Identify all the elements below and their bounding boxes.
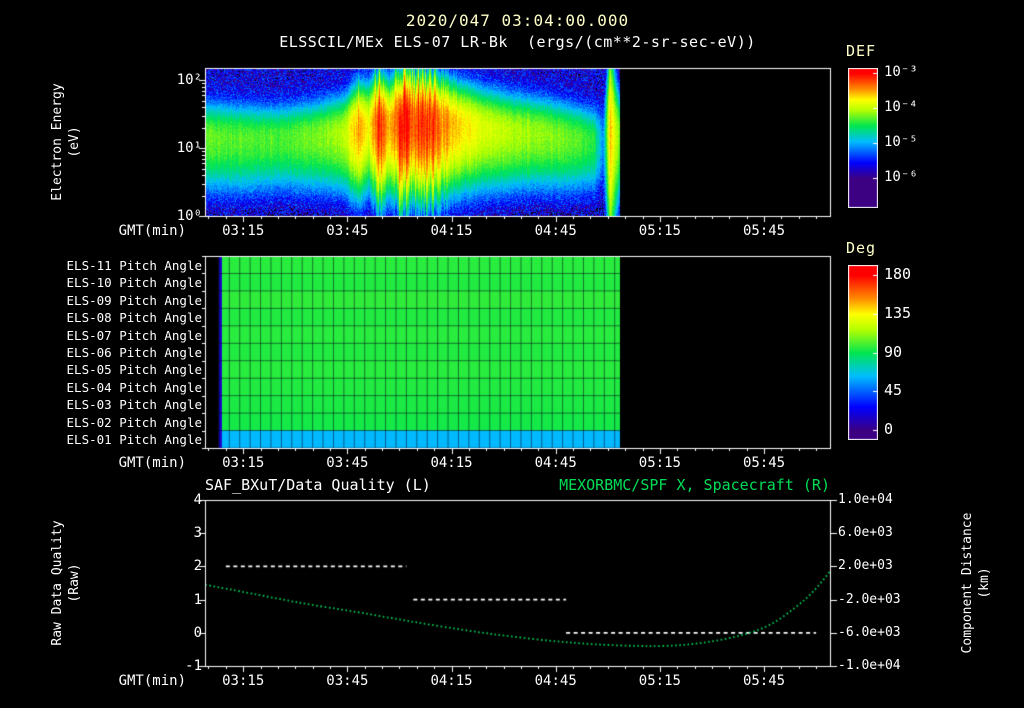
timeseries-right-y-tick-label: 1.0e+04 <box>838 492 893 507</box>
def-colorbar-tick-label: 10⁻⁶ <box>884 169 918 185</box>
def-colorbar-canvas <box>848 68 878 208</box>
spectrogram-y-axis-title-line1: Electron Energy <box>50 83 65 201</box>
deg-colorbar-tick-label: 135 <box>884 303 912 322</box>
timeseries-right-y-tick-label: 2.0e+03 <box>838 558 893 574</box>
timeseries-left-y-tick-label: 0 <box>193 624 202 641</box>
timeseries-right-y-tick-label: 6.0e+03 <box>838 525 893 541</box>
timeseries-left-y-tick-label: 1 <box>193 591 202 608</box>
x-tick-label: 04:15 <box>430 673 473 689</box>
electron-spectrogram-canvas <box>191 54 844 230</box>
def-colorbar-title: DEF <box>846 42 877 60</box>
timeseries-left-y-axis-title-line2: (Raw) <box>67 563 82 603</box>
x-tick-label: 04:45 <box>534 673 577 689</box>
timeseries-right-y-axis-title-line2: (km) <box>977 567 992 599</box>
timeseries-left-y-tick-label: 4 <box>193 492 202 508</box>
timeseries-right-y-tick-label: -2.0e+03 <box>838 591 901 607</box>
plot-timestamp-title: 2020/047 03:04:00.000 <box>405 11 630 30</box>
x-tick-label: 04:45 <box>534 223 577 239</box>
timeseries-left-y-axis-title-line1: Raw Data Quality <box>50 520 65 646</box>
pitch-row-label: ELS-01 Pitch Angle <box>66 432 202 448</box>
pitch-row-label: ELS-10 Pitch Angle <box>66 275 202 291</box>
science-plot-page: 2020/047 03:04:00.000 ELSSCIL/MEx ELS-07… <box>0 0 1024 708</box>
def-colorbar-tick-label: 10⁻³ <box>884 64 918 80</box>
pitch-row-label: ELS-06 Pitch Angle <box>66 345 202 360</box>
timeseries-left-y-tick-label: 3 <box>193 525 202 542</box>
x-tick-label: 03:15 <box>222 455 265 471</box>
x-tick-label: 05:45 <box>742 455 786 471</box>
x-tick-label: 03:15 <box>222 673 265 689</box>
deg-colorbar-tick-label: 45 <box>884 381 903 400</box>
pitch-row-label: ELS-04 Pitch Angle <box>66 379 202 395</box>
x-tick-label: 03:45 <box>326 673 369 689</box>
x-tick-label: 03:15 <box>222 223 265 239</box>
timeseries-left-y-axis-title: Raw Data Quality (Raw) <box>49 503 83 663</box>
x-tick-label: 03:45 <box>326 455 369 471</box>
x-tick-label: 04:15 <box>430 223 473 239</box>
x-tick-label: 05:45 <box>742 673 786 689</box>
x-axis-title: GMT(min) <box>118 223 186 239</box>
spectrogram-y-tick-label: 10¹ <box>176 140 202 157</box>
timeseries-left-y-tick-label: -1 <box>185 658 202 674</box>
x-tick-label: 05:45 <box>742 223 786 239</box>
pitch-row-label: ELS-07 Pitch Angle <box>66 327 202 343</box>
x-tick-label: 05:15 <box>638 673 681 689</box>
spectrogram-title: ELSSCIL/MEx ELS-07 LR-Bk (ergs/(cm**2-sr… <box>279 33 756 51</box>
pitch-row-label: ELS-09 Pitch Angle <box>66 292 202 308</box>
spectrogram-y-axis-title-line2: (eV) <box>67 126 82 158</box>
timeseries-right-y-tick-label: -1.0e+04 <box>838 658 901 673</box>
x-tick-label: 05:15 <box>638 455 681 471</box>
x-tick-label: 05:15 <box>638 223 681 239</box>
pitch-angle-canvas <box>191 242 844 462</box>
deg-colorbar-canvas <box>848 265 878 440</box>
timeseries-right-y-axis-title: Component Distance (km) <box>959 493 993 673</box>
spectrogram-y-tick-label: 10² <box>176 72 202 89</box>
x-axis-title: GMT(min) <box>118 673 186 689</box>
x-tick-label: 04:45 <box>534 455 577 471</box>
def-colorbar-tick-label: 10⁻⁵ <box>884 134 918 150</box>
deg-colorbar-tick-label: 180 <box>884 265 912 283</box>
pitch-row-label: ELS-05 Pitch Angle <box>66 362 202 378</box>
timeseries-right-y-tick-label: -6.0e+03 <box>838 624 901 640</box>
pitch-row-label: ELS-03 Pitch Angle <box>66 397 202 413</box>
deg-colorbar-title: Deg <box>846 239 877 257</box>
deg-colorbar-tick-label: 90 <box>884 342 903 361</box>
deg-colorbar-tick-label: 0 <box>884 420 894 438</box>
pitch-row-label: ELS-02 Pitch Angle <box>66 414 202 430</box>
spectrogram-y-axis-title: Electron Energy (eV) <box>49 62 83 222</box>
pitch-row-label: ELS-11 Pitch Angle <box>66 257 202 273</box>
spectrogram-y-tick-label: 10⁰ <box>176 208 202 224</box>
timeseries-left-y-tick-label: 2 <box>193 558 202 575</box>
x-axis-title: GMT(min) <box>118 455 186 471</box>
x-tick-label: 04:15 <box>430 455 473 471</box>
timeseries-canvas <box>191 486 844 680</box>
x-tick-label: 03:45 <box>326 223 369 239</box>
timeseries-right-y-axis-title-line1: Component Distance <box>960 512 975 654</box>
def-colorbar-tick-label: 10⁻⁴ <box>884 99 918 115</box>
pitch-row-label: ELS-08 Pitch Angle <box>66 310 202 326</box>
